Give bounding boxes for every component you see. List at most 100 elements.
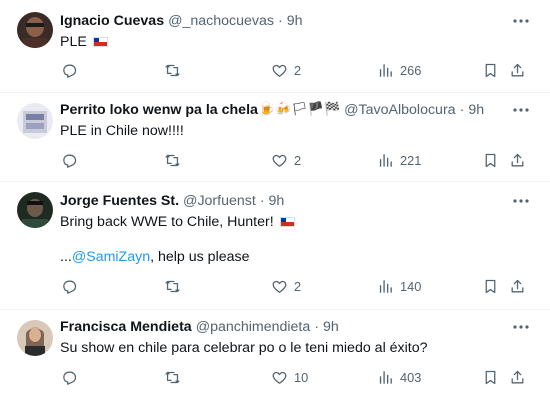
retweet-button[interactable] [164, 60, 181, 80]
timestamp[interactable]: 9h [287, 11, 303, 31]
tweet[interactable]: Francisca Mendieta @panchimendieta · 9h … [0, 310, 550, 409]
tweet-actions: 2 221 [60, 150, 530, 170]
bookmark-icon [485, 279, 496, 293]
bookmark-button[interactable] [482, 150, 499, 170]
share-button[interactable] [509, 276, 526, 296]
more-icon[interactable] [510, 191, 532, 211]
view-count: 221 [400, 152, 422, 168]
like-icon [272, 64, 287, 77]
separator: · [314, 319, 319, 335]
bookmark-icon [485, 370, 496, 384]
like-button[interactable]: 2 [271, 276, 301, 296]
tweet-actions: 2 140 [60, 276, 530, 296]
view-count: 266 [400, 62, 422, 78]
retweet-icon [165, 371, 180, 383]
avatar[interactable] [17, 103, 53, 139]
bookmark-button[interactable] [482, 60, 499, 80]
reply-button[interactable] [61, 60, 78, 80]
like-button[interactable]: 2 [271, 150, 301, 170]
share-button[interactable] [509, 150, 526, 170]
views-button[interactable]: 403 [377, 367, 421, 387]
views-button[interactable]: 221 [377, 150, 421, 170]
chile-flag-icon [279, 217, 295, 227]
like-button[interactable]: 10 [271, 367, 308, 387]
chile-flag-icon [92, 37, 108, 47]
author-handle[interactable]: @Jorfuenst [183, 191, 256, 211]
author-name[interactable]: Perrito loko wenw pa la chela [60, 100, 258, 120]
views-icon [379, 63, 392, 77]
reply-button[interactable] [61, 367, 78, 387]
retweet-button[interactable] [164, 367, 181, 387]
avatar[interactable] [17, 192, 53, 228]
tweet-actions: 2 266 [60, 60, 530, 80]
tweet-header: Ignacio Cuevas @_nachocuevas · 9h [60, 11, 303, 31]
mention-link[interactable]: @SamiZayn [72, 249, 150, 265]
tweet[interactable]: Jorge Fuentes St. @Jorfuenst · 9h Bring … [0, 182, 550, 310]
views-button[interactable]: 266 [377, 60, 421, 80]
tweet-text: PLE in Chile now!!!! [60, 121, 184, 141]
reply-feed: Ignacio Cuevas @_nachocuevas · 9h PLE 2 [0, 0, 550, 409]
author-name[interactable]: Francisca Mendieta [60, 317, 192, 337]
avatar[interactable] [17, 12, 53, 48]
author-handle[interactable]: @panchimendieta [196, 317, 311, 337]
reply-icon [63, 371, 77, 385]
mention-prefix: ... [60, 249, 72, 265]
like-button[interactable]: 2 [271, 60, 301, 80]
like-icon [272, 280, 287, 293]
timestamp[interactable]: 9h [323, 317, 339, 337]
reply-button[interactable] [61, 150, 78, 170]
views-icon [379, 370, 392, 384]
separator: · [259, 193, 265, 209]
share-icon [511, 279, 524, 292]
avatar[interactable] [17, 320, 53, 356]
bookmark-icon [485, 153, 496, 167]
tweet-text-content: PLE in Chile now!!!! [60, 123, 184, 139]
tweet-header: Jorge Fuentes St. @Jorfuenst · 9h [60, 191, 284, 211]
reply-icon [63, 64, 77, 78]
tweet-actions: 10 403 [60, 367, 530, 387]
tweet-text-content: PLE [60, 34, 87, 50]
retweet-icon [165, 280, 180, 292]
more-icon[interactable] [510, 317, 532, 337]
view-count: 140 [400, 278, 422, 294]
tweet[interactable]: Perrito loko wenw pa la chela 🍺🍻🏳🏴🏁 @Tav… [0, 93, 550, 182]
tweet-text: Bring back WWE to Chile, Hunter! [60, 212, 295, 232]
bookmark-icon [485, 63, 496, 77]
bookmark-button[interactable] [482, 276, 499, 296]
more-icon[interactable] [510, 100, 532, 120]
like-count: 10 [294, 369, 309, 385]
share-icon [511, 63, 524, 76]
author-handle[interactable]: @TavoAlbolocura [344, 100, 455, 120]
author-name-emoji: 🍺🍻🏳🏴🏁 [258, 102, 341, 117]
share-icon [511, 153, 524, 166]
tweet-header: Perrito loko wenw pa la chela 🍺🍻🏳🏴🏁 @Tav… [60, 100, 484, 120]
tweet-text: Su show en chile para celebrar po o le t… [60, 338, 428, 358]
like-icon [272, 371, 287, 384]
more-icon[interactable] [510, 11, 532, 31]
mention-suffix: , help us please [150, 249, 250, 265]
share-button[interactable] [509, 367, 526, 387]
separator: · [278, 13, 283, 29]
author-handle[interactable]: @_nachocuevas [168, 11, 274, 31]
author-name[interactable]: Ignacio Cuevas [60, 11, 164, 31]
tweet-text: PLE [60, 32, 108, 52]
retweet-button[interactable] [164, 150, 181, 170]
like-count: 2 [294, 278, 302, 294]
share-button[interactable] [509, 60, 526, 80]
share-icon [511, 370, 524, 383]
reply-button[interactable] [61, 276, 78, 296]
timestamp[interactable]: 9h [269, 191, 285, 211]
separator: · [459, 102, 465, 118]
bookmark-button[interactable] [482, 367, 499, 387]
views-button[interactable]: 140 [377, 276, 421, 296]
tweet[interactable]: Ignacio Cuevas @_nachocuevas · 9h PLE 2 [0, 0, 550, 93]
tweet-text-line-2: ...@SamiZayn, help us please [60, 247, 250, 267]
retweet-button[interactable] [164, 276, 181, 296]
tweet-header: Francisca Mendieta @panchimendieta · 9h [60, 317, 339, 337]
author-name[interactable]: Jorge Fuentes St. [60, 191, 179, 211]
retweet-icon [165, 64, 180, 76]
views-icon [379, 153, 392, 167]
tweet-text-content: Su show en chile para celebrar po o le t… [60, 340, 428, 356]
timestamp[interactable]: 9h [468, 100, 484, 120]
like-count: 2 [294, 152, 302, 168]
